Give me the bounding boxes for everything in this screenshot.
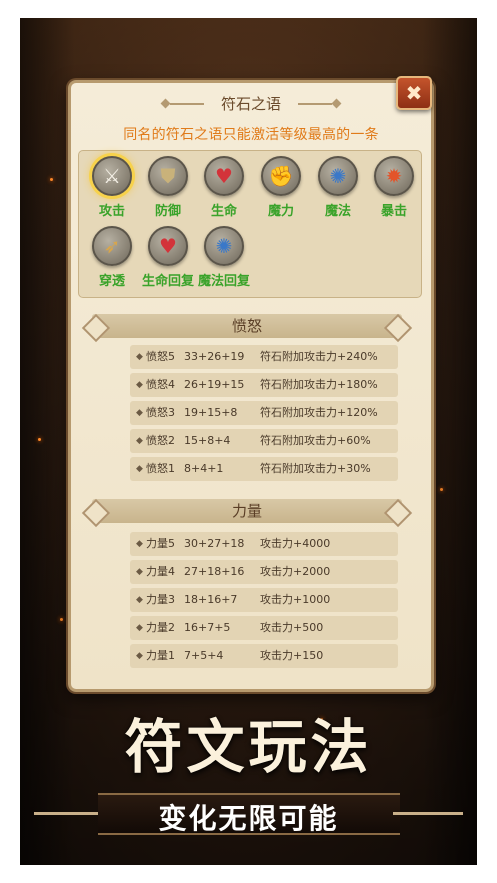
defense-rune-icon: ⛊	[148, 156, 188, 196]
attack-rune-icon: ⚔	[92, 156, 132, 196]
rune-word-name: 力量2	[146, 621, 175, 634]
rune-word-name: 愤怒5	[146, 350, 175, 363]
bullet-icon: ◆	[136, 352, 143, 362]
rune-word-name: 力量5	[146, 537, 175, 550]
rune-word-combo: 8+4+1	[184, 462, 224, 475]
rune-item[interactable]: ⚔ 攻击	[86, 156, 138, 219]
rune-word-row: ◆ 力量5 30+27+18 攻击力+4000	[130, 532, 398, 556]
section-header-strength: 力量	[92, 499, 402, 523]
rune-word-row: ◆ 力量4 27+18+16 攻击力+2000	[130, 560, 398, 584]
mana-regen-rune-icon: ✺	[204, 226, 244, 266]
rune-item[interactable]: ♥ 生命	[198, 156, 250, 219]
rune-word-effect: 符石附加攻击力+240%	[260, 350, 378, 363]
bullet-icon: ◆	[136, 464, 143, 474]
rune-item[interactable]: ✹ 暴击	[368, 156, 420, 219]
rune-word-combo: 18+16+7	[184, 593, 238, 606]
life-rune-icon: ♥	[204, 156, 244, 196]
rune-word-row: ◆ 愤怒5 33+26+19 符石附加攻击力+240%	[130, 345, 398, 369]
bullet-icon: ◆	[136, 408, 143, 418]
bullet-icon: ◆	[136, 436, 143, 446]
rune-word-effect: 符石附加攻击力+120%	[260, 406, 378, 419]
bullet-icon: ◆	[136, 567, 143, 577]
promo-slogan: 符文玩法	[124, 713, 373, 781]
rune-word-row: ◆ 愤怒4 26+19+15 符石附加攻击力+180%	[130, 373, 398, 397]
rune-label: 生命	[210, 204, 237, 219]
rune-word-combo: 33+26+19	[184, 350, 245, 363]
rune-word-effect: 攻击力+150	[260, 649, 324, 662]
promo-tagline: 变化无限可能	[158, 802, 339, 835]
rune-label: 攻击	[98, 204, 125, 219]
rune-word-effect: 攻击力+4000	[260, 537, 331, 550]
bullet-icon: ◆	[136, 539, 143, 549]
title-deco-right	[298, 103, 332, 105]
rune-word-row: ◆ 愤怒1 8+4+1 符石附加攻击力+30%	[130, 457, 398, 481]
rune-label: 魔法	[324, 204, 351, 219]
rune-word-effect: 符石附加攻击力+30%	[260, 462, 371, 475]
rune-word-row: ◆ 愤怒2 15+8+4 符石附加攻击力+60%	[130, 429, 398, 453]
rune-label: 穿透	[98, 274, 125, 289]
rune-item[interactable]: ✊ 魔力	[255, 156, 307, 219]
rune-label: 魔法回复	[197, 274, 250, 289]
rune-item[interactable]: ✺ 魔法回复	[188, 226, 260, 289]
rune-item[interactable]: ⛊ 防御	[142, 156, 194, 219]
rune-word-name: 力量1	[146, 649, 175, 662]
panel-subtitle: 同名的符石之语只能激活等级最高的一条	[123, 127, 379, 143]
rune-word-name: 力量4	[146, 565, 175, 578]
rune-label: 暴击	[380, 204, 407, 219]
close-button[interactable]: ✖	[396, 76, 432, 110]
title-deco-left	[170, 103, 204, 105]
rune-word-effect: 攻击力+500	[260, 621, 324, 634]
rune-word-combo: 7+5+4	[184, 649, 224, 662]
magic-rune-icon: ✺	[318, 156, 358, 196]
section-header-anger: 愤怒	[92, 314, 402, 338]
panel-title-text: 符石之语	[220, 95, 281, 113]
rune-label: 魔力	[267, 204, 294, 219]
rune-item[interactable]: ➶ 穿透	[86, 226, 138, 289]
rune-word-row: ◆ 力量1 7+5+4 攻击力+150	[130, 644, 398, 668]
rune-word-effect: 攻击力+1000	[260, 593, 331, 606]
rune-word-combo: 30+27+18	[184, 537, 245, 550]
bullet-icon: ◆	[136, 651, 143, 661]
rune-word-combo: 19+15+8	[184, 406, 238, 419]
rune-word-row: ◆ 力量3 18+16+7 攻击力+1000	[130, 588, 398, 612]
rune-label: 防御	[154, 204, 181, 219]
promo-ribbon: 变化无限可能	[20, 787, 477, 841]
mana-rune-icon: ✊	[261, 156, 301, 196]
bullet-icon: ◆	[136, 380, 143, 390]
pierce-rune-icon: ➶	[92, 226, 132, 266]
rune-word-name: 愤怒1	[146, 462, 175, 475]
rune-word-combo: 15+8+4	[184, 434, 231, 447]
rune-word-name: 力量3	[146, 593, 175, 606]
rune-word-row: ◆ 愤怒3 19+15+8 符石附加攻击力+120%	[130, 401, 398, 425]
panel-title: 符石之语	[164, 92, 338, 116]
rune-word-name: 愤怒4	[146, 378, 175, 391]
rune-word-combo: 26+19+15	[184, 378, 245, 391]
bullet-icon: ◆	[136, 623, 143, 633]
rune-item[interactable]: ✺ 魔法	[312, 156, 364, 219]
rune-word-row: ◆ 力量2 16+7+5 攻击力+500	[130, 616, 398, 640]
life-regen-rune-icon: ♥	[148, 226, 188, 266]
bullet-icon: ◆	[136, 595, 143, 605]
rune-word-effect: 攻击力+2000	[260, 565, 331, 578]
rune-word-effect: 符石附加攻击力+180%	[260, 378, 378, 391]
rune-word-name: 愤怒2	[146, 434, 175, 447]
rune-word-effect: 符石附加攻击力+60%	[260, 434, 371, 447]
rune-word-combo: 16+7+5	[184, 621, 231, 634]
rune-word-combo: 27+18+16	[184, 565, 245, 578]
crit-rune-icon: ✹	[374, 156, 414, 196]
rune-word-name: 愤怒3	[146, 406, 175, 419]
